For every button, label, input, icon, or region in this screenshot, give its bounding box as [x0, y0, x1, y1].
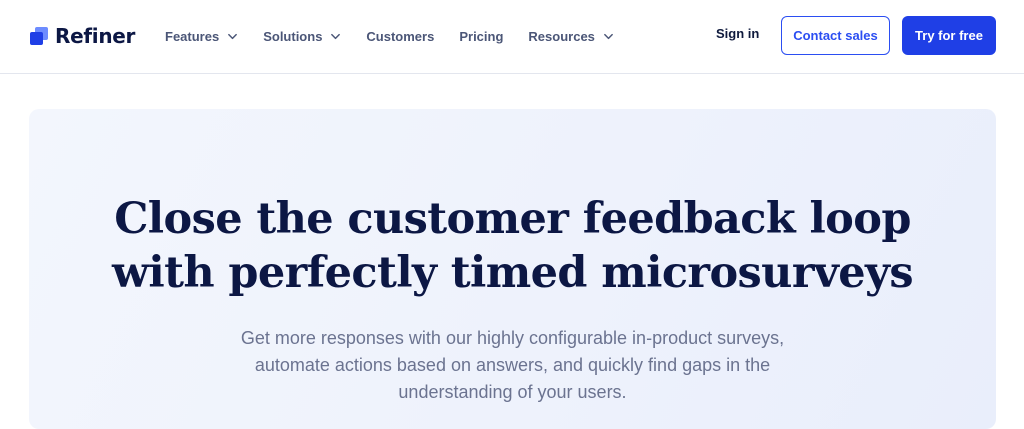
- brand-name: Refiner: [55, 24, 136, 48]
- nav-item-label: Solutions: [263, 28, 323, 44]
- hero-subtitle: Get more responses with our highly confi…: [29, 325, 996, 406]
- chevron-down-icon: [228, 33, 238, 39]
- nav-item-resources[interactable]: Resources: [528, 29, 613, 44]
- nav-item-customers[interactable]: Customers: [366, 29, 434, 44]
- contact-sales-button[interactable]: Contact sales: [781, 16, 890, 55]
- nav-item-pricing[interactable]: Pricing: [459, 29, 503, 44]
- sign-in-link[interactable]: Sign in: [716, 26, 759, 41]
- hero-title-line: with perfectly timed microsurveys: [111, 248, 914, 298]
- hero-title-line: Close the customer feedback loop: [114, 194, 911, 244]
- hero-section: Close the customer feedback loop with pe…: [29, 109, 996, 429]
- hero-title: Close the customer feedback loop with pe…: [29, 192, 996, 300]
- nav-item-label: Resources: [528, 28, 595, 44]
- nav-item-solutions[interactable]: Solutions: [263, 29, 341, 44]
- chevron-down-icon: [604, 33, 613, 39]
- refiner-logo-icon: [30, 27, 48, 45]
- hero-subtitle-line: automate actions based on answers, and q…: [254, 355, 771, 375]
- nav-item-label: Pricing: [459, 28, 504, 44]
- nav-item-features[interactable]: Features: [165, 29, 238, 44]
- hero-subtitle-line: understanding of your users.: [398, 382, 627, 402]
- nav-item-label: Customers: [366, 28, 435, 44]
- chevron-down-icon: [331, 33, 341, 39]
- nav-item-label: Features: [165, 28, 220, 44]
- try-for-free-button[interactable]: Try for free: [902, 16, 996, 55]
- brand-logo[interactable]: Refiner: [30, 22, 135, 50]
- top-navbar: Refiner Features Solutions Customers Pri…: [0, 0, 1024, 74]
- hero-subtitle-line: Get more responses with our highly confi…: [240, 328, 785, 348]
- main-nav: Features Solutions Customers Pricing Res…: [165, 25, 639, 47]
